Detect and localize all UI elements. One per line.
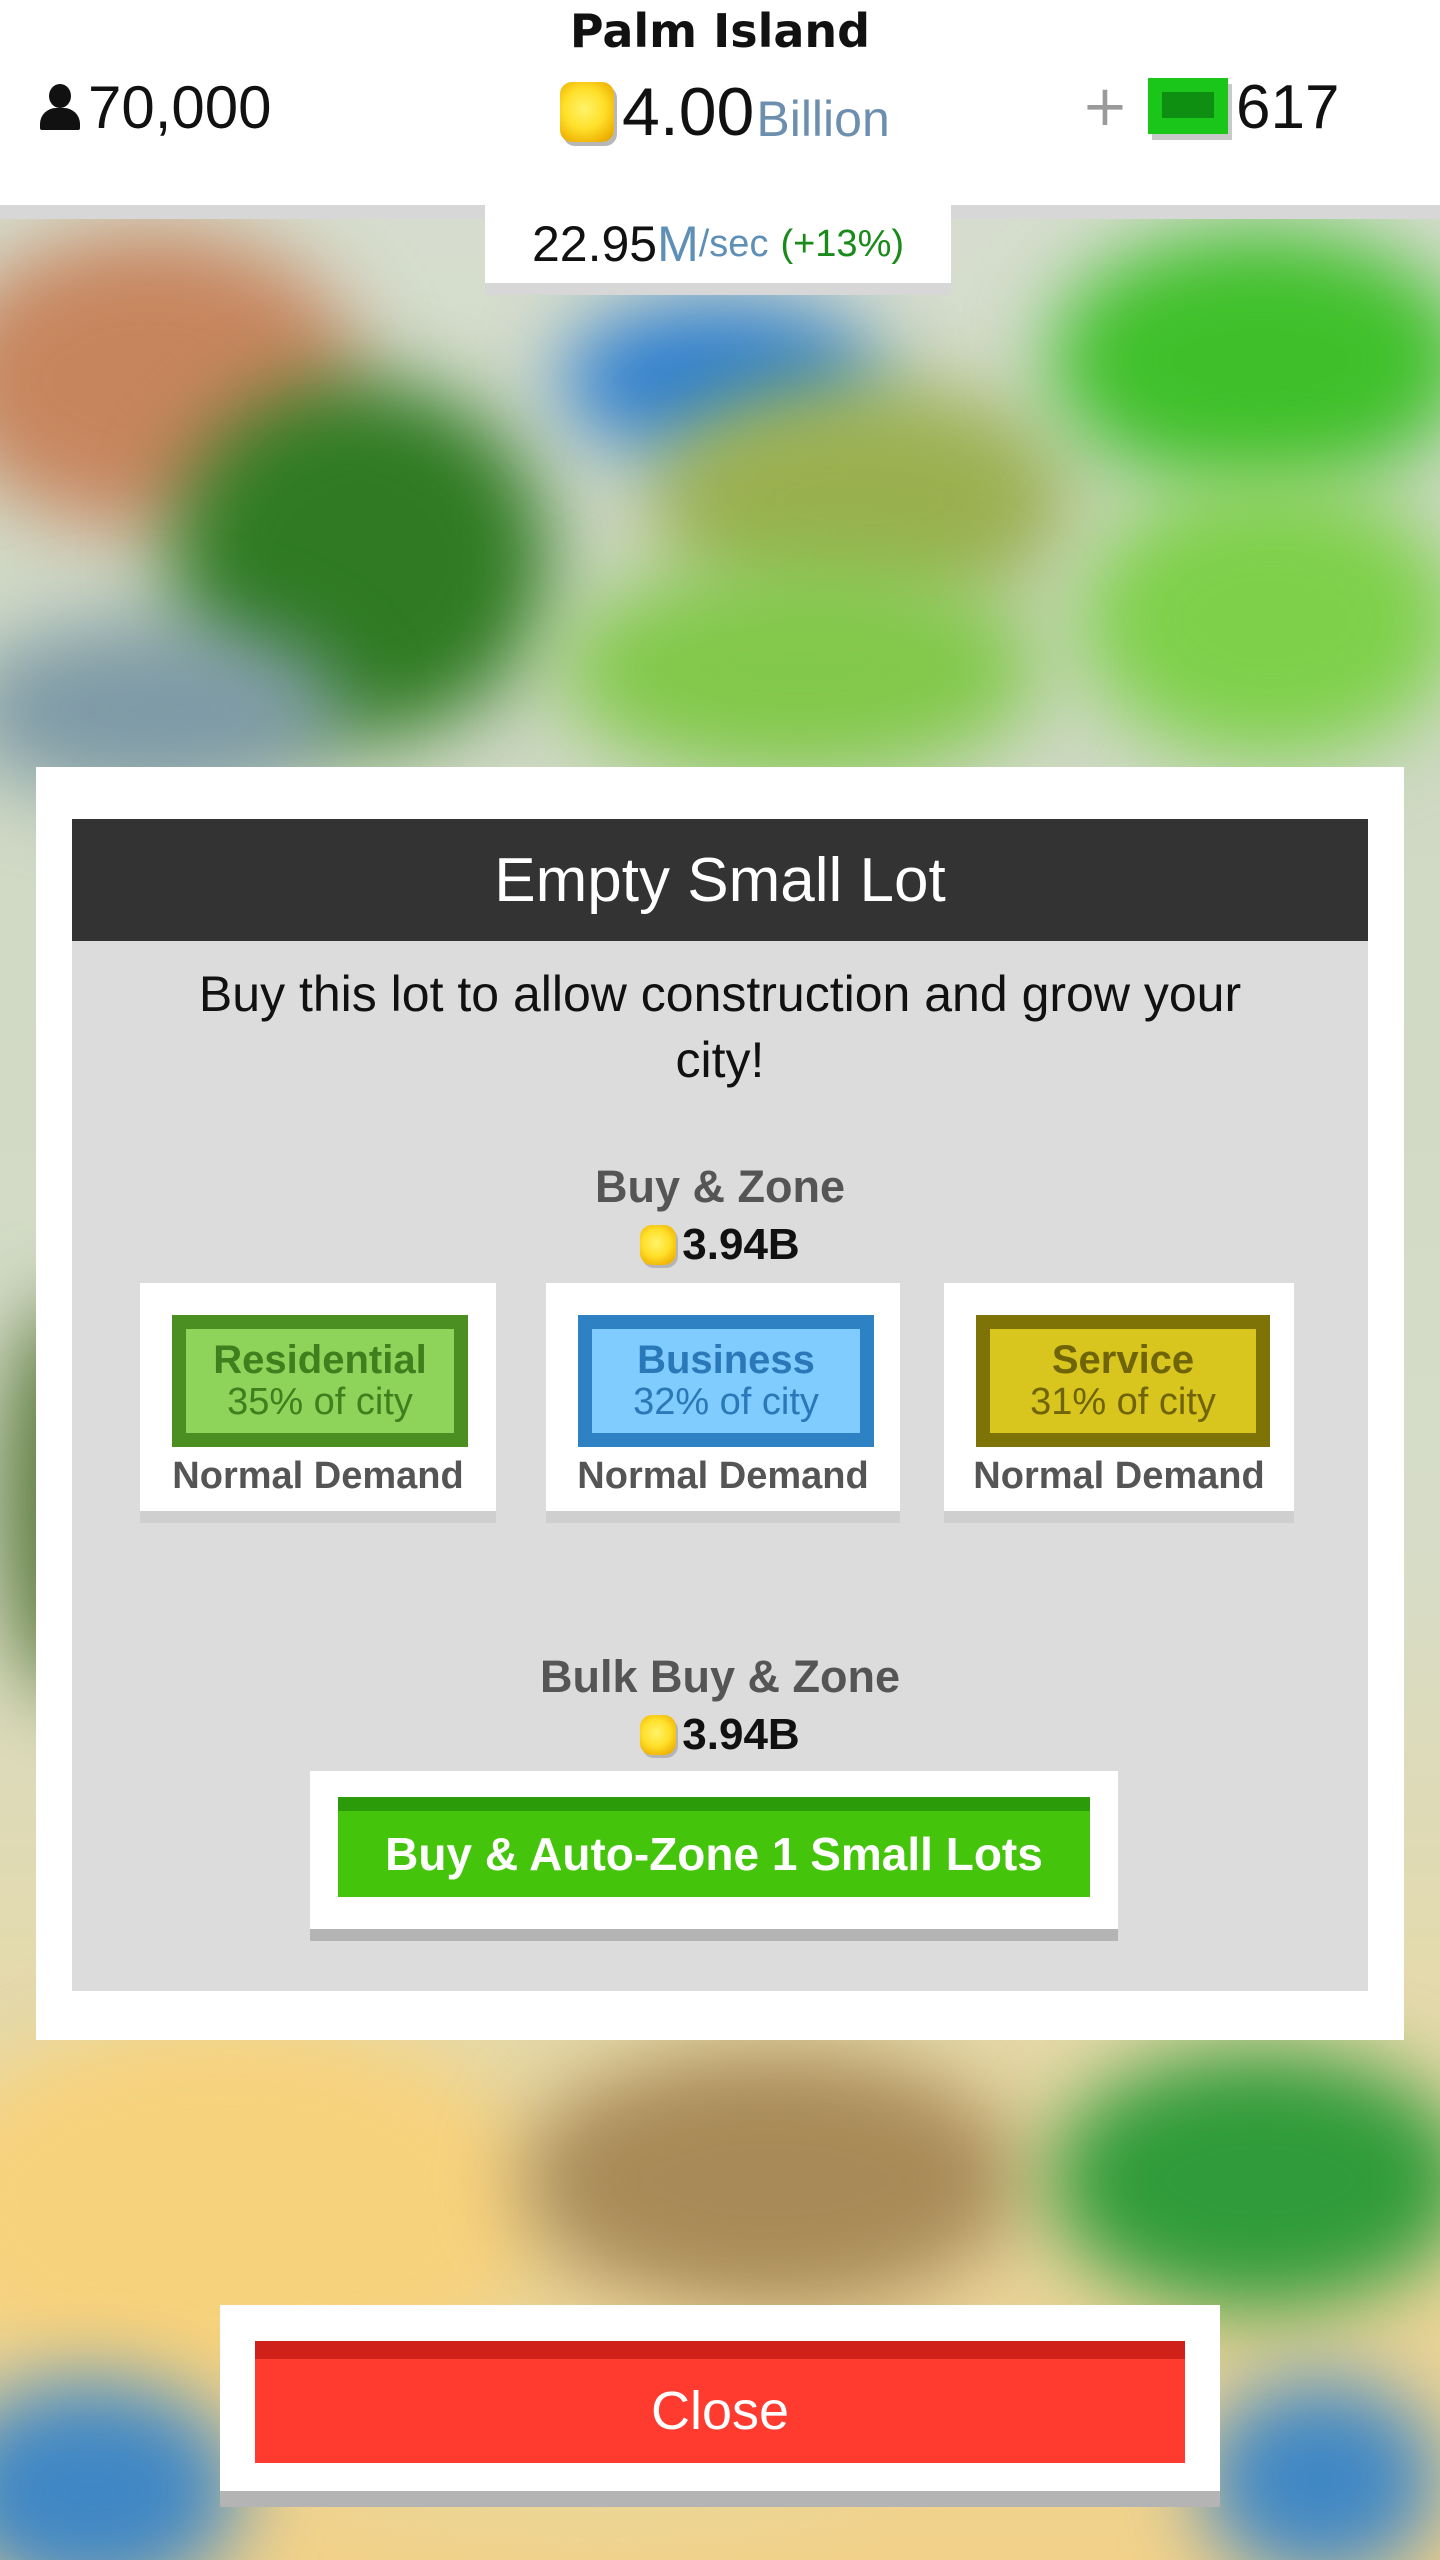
- zone-share: 31% of city: [1030, 1381, 1216, 1423]
- bulk-buy-price-value: 3.94B: [682, 1710, 800, 1759]
- zone-demand: Normal Demand: [577, 1455, 869, 1497]
- bulk-buy-button-frame: Buy & Auto-Zone 1 Small Lots: [310, 1771, 1118, 1941]
- person-icon: [38, 82, 82, 132]
- buy-zone-heading: Buy & Zone: [594, 1161, 845, 1212]
- buy-zone-price-value: 3.94B: [682, 1220, 800, 1269]
- money-unit: Billion: [756, 91, 890, 147]
- lot-dialog: Empty Small Lot Buy this lot to allow co…: [36, 767, 1404, 2040]
- residential-zone-button[interactable]: Residential 35% of city: [172, 1315, 468, 1447]
- close-button-frame: Close: [220, 2305, 1220, 2507]
- income-rate-unit: M: [657, 216, 699, 272]
- money-counter: 4.00 Billion: [560, 72, 890, 152]
- business-zone-button[interactable]: Business 32% of city: [578, 1315, 874, 1447]
- zone-share: 35% of city: [227, 1381, 413, 1423]
- zone-demand: Normal Demand: [973, 1455, 1265, 1497]
- lot-dialog-content: Empty Small Lot Buy this lot to allow co…: [72, 819, 1368, 1991]
- population-counter: 70,000: [38, 72, 272, 142]
- cash-value: 617: [1236, 73, 1340, 142]
- bulk-buy-heading: Bulk Buy & Zone: [539, 1651, 901, 1702]
- population-value: 70,000: [88, 73, 272, 141]
- coin-icon: [560, 82, 614, 142]
- zone-name: Business: [637, 1338, 815, 1382]
- dialog-description: Buy this lot to allow construction and g…: [198, 966, 1242, 1088]
- dialog-title: Empty Small Lot: [72, 819, 1368, 941]
- buy-cash-plus-button[interactable]: +: [1080, 74, 1130, 140]
- close-button[interactable]: Close: [255, 2341, 1185, 2463]
- service-zone-button[interactable]: Service 31% of city: [976, 1315, 1270, 1447]
- cash-icon[interactable]: [1148, 78, 1228, 134]
- coin-icon: [640, 1225, 677, 1265]
- top-status-bar: Palm Island 70,000 4.00 Billion + 617: [0, 0, 1440, 219]
- money-value: 4.00: [622, 74, 755, 150]
- zone-card-business[interactable]: Business 32% of city Normal Demand: [546, 1283, 900, 1523]
- income-rate-per-sec: /sec: [698, 222, 769, 265]
- income-rate-value: 22.95: [531, 216, 658, 272]
- city-name: Palm Island: [569, 4, 871, 58]
- zone-card-service[interactable]: Service 31% of city Normal Demand: [944, 1283, 1294, 1523]
- zone-demand: Normal Demand: [172, 1455, 464, 1497]
- bulk-buy-button[interactable]: Buy & Auto-Zone 1 Small Lots: [338, 1797, 1090, 1897]
- zone-name: Residential: [213, 1338, 427, 1382]
- income-bonus: (+13%): [780, 222, 905, 265]
- coin-icon: [640, 1715, 677, 1755]
- zone-card-residential[interactable]: Residential 35% of city Normal Demand: [140, 1283, 496, 1523]
- bulk-buy-price: 3.94B: [72, 1707, 1368, 1763]
- income-rate-tab: 22.95 M /sec (+13%): [485, 205, 951, 295]
- zone-share: 32% of city: [633, 1381, 819, 1423]
- buy-zone-price: 3.94B: [72, 1217, 1368, 1273]
- zone-name: Service: [1051, 1338, 1195, 1382]
